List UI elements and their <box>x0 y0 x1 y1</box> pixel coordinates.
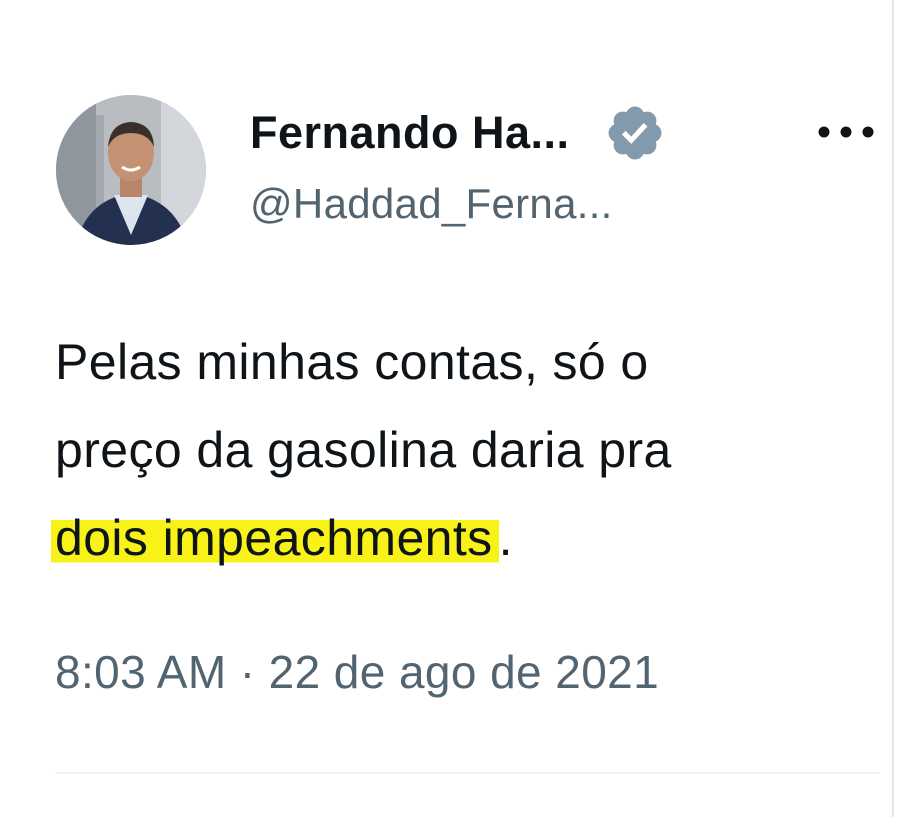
author-name-row: Fernando Ha... <box>250 103 666 163</box>
tweet-text-line-2: preço da gasolina daria pra <box>55 422 672 478</box>
author-display-name[interactable]: Fernando Ha... <box>250 107 570 159</box>
tweet-timestamp[interactable]: 8:03 AM · 22 de ago de 2021 <box>55 645 659 699</box>
tweet-text-line-3-tail: . <box>498 510 513 566</box>
author-handle[interactable]: @Haddad_Ferna... <box>250 180 613 228</box>
tweet-text-line-3: dois impeachments. <box>51 494 875 582</box>
author-avatar[interactable] <box>56 95 206 245</box>
more-horizontal-icon <box>818 126 874 138</box>
tweet-text-line-1: Pelas minhas contas, só o <box>55 334 649 390</box>
verified-badge-icon <box>604 102 666 164</box>
avatar-photo <box>56 95 206 245</box>
more-options-button[interactable] <box>815 112 877 152</box>
tweet-text: Pelas minhas contas, só o preço da gasol… <box>51 318 875 582</box>
window-edge-line <box>892 0 894 817</box>
divider <box>55 772 880 774</box>
highlighted-phrase: dois impeachments <box>51 510 499 566</box>
